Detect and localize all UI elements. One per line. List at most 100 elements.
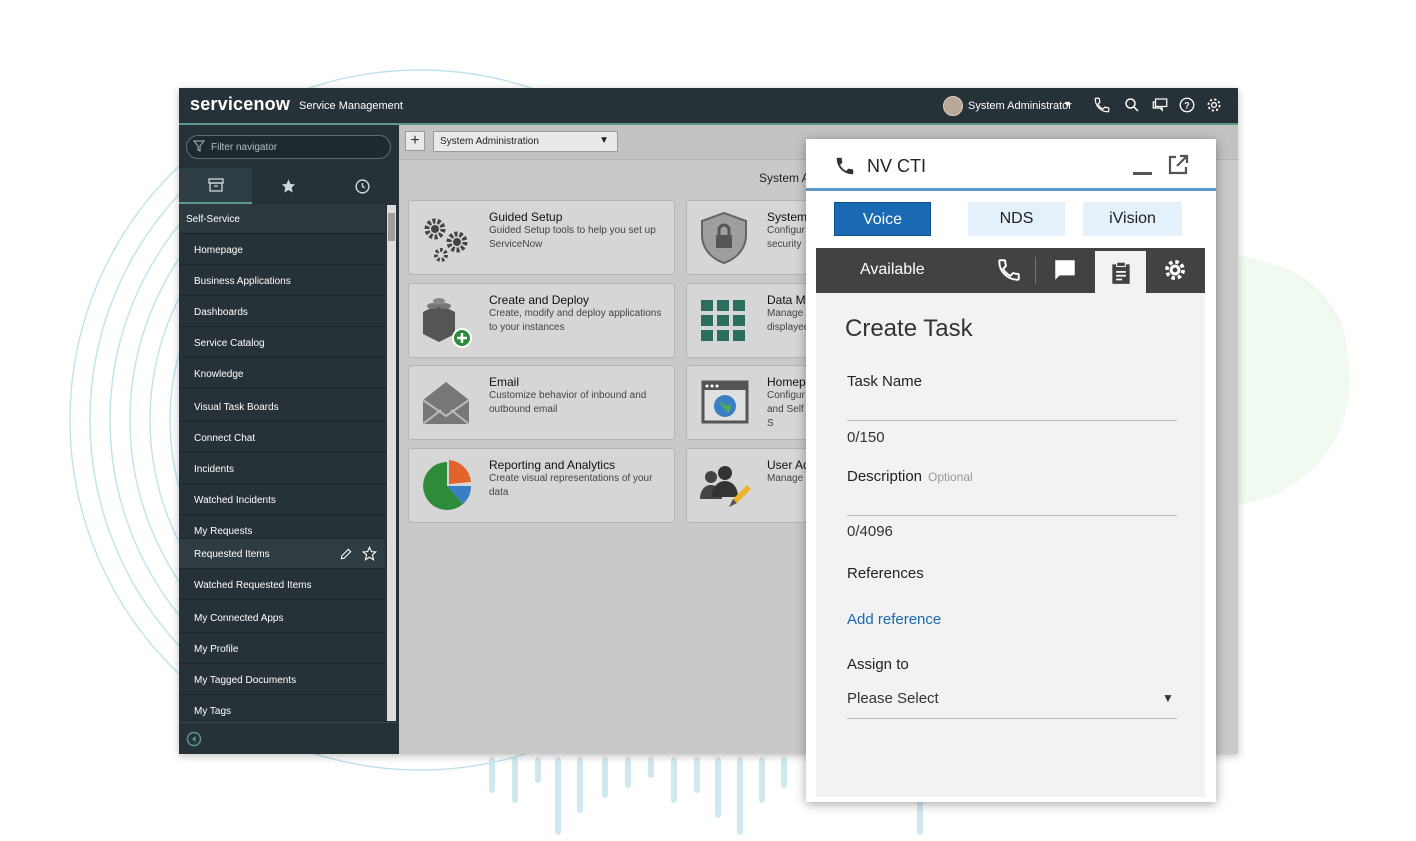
phone-icon[interactable] xyxy=(996,257,1022,283)
card-description: Create visual representations of your da… xyxy=(489,473,653,498)
servicenow-logo[interactable]: servicenow xyxy=(190,94,290,115)
nav-item-incidents[interactable]: Incidents xyxy=(179,454,385,484)
archive-icon xyxy=(207,178,224,192)
references-label: References xyxy=(847,565,924,582)
pencil-icon[interactable] xyxy=(339,547,353,561)
gear-icon[interactable] xyxy=(1162,257,1188,283)
nav-item-connect-chat[interactable]: Connect Chat xyxy=(179,423,385,453)
divider xyxy=(1035,257,1036,284)
nav-item-homepage[interactable]: Homepage xyxy=(179,235,385,265)
assign-to-label: Assign to xyxy=(847,656,909,673)
users-edit-icon xyxy=(700,466,751,507)
tab-history[interactable] xyxy=(326,168,399,204)
grid-icon xyxy=(701,300,745,341)
assign-to-underline xyxy=(847,718,1177,719)
gear-icon[interactable] xyxy=(1205,96,1223,114)
card-data-management[interactable]: Data Ma Manage t displayed xyxy=(686,283,826,358)
gears-icon xyxy=(424,218,468,262)
browser-globe-icon xyxy=(701,380,749,424)
card-description: Create, modify and deploy applications t… xyxy=(489,308,662,333)
card-description: Guided Setup tools to help you set up Se… xyxy=(489,225,656,250)
tab-ivision[interactable]: iVision xyxy=(1083,202,1182,236)
navigator-scrollbar[interactable] xyxy=(387,205,396,721)
filter-input[interactable] xyxy=(209,139,383,156)
card-title: Email xyxy=(489,375,520,389)
agent-status-bar: Available xyxy=(816,248,1205,293)
card-homepage-config[interactable]: Homepa Configur and Self S xyxy=(686,365,826,440)
nav-item-watched-incidents[interactable]: Watched Incidents xyxy=(179,485,385,515)
nav-item-my-tags[interactable]: My Tags xyxy=(179,696,385,722)
task-name-label: Task Name xyxy=(847,373,923,390)
message-icon[interactable] xyxy=(1052,257,1078,283)
form-title: Create Task xyxy=(845,315,973,342)
phone-icon[interactable] xyxy=(1093,96,1111,114)
card-reporting-and-analytics[interactable]: Reporting and Analytics Create visual re… xyxy=(408,448,675,523)
tab-nds[interactable]: NDS xyxy=(968,202,1065,236)
top-bar: servicenow Service Management System Adm… xyxy=(179,88,1238,125)
product-name: Service Management xyxy=(299,100,403,112)
avatar[interactable] xyxy=(943,96,963,116)
nav-item-business-applications[interactable]: Business Applications xyxy=(179,266,385,296)
tab-all-applications[interactable] xyxy=(179,168,252,204)
nv-cti-panel: NV CTI Voice NDS iVision Available Creat… xyxy=(806,139,1216,802)
navigator-tabs xyxy=(179,168,399,204)
description-input[interactable] xyxy=(847,515,1177,516)
card-title: Reporting and Analytics xyxy=(489,458,616,472)
card-description: Customize behavior of inbound and outbou… xyxy=(489,390,647,415)
task-name-counter: 0/150 xyxy=(847,429,885,446)
nav-item-my-connected-apps[interactable]: My Connected Apps xyxy=(179,603,385,633)
navigator-list: Self-Service Homepage Business Applicati… xyxy=(179,204,385,722)
nav-item-watched-requested-items[interactable]: Watched Requested Items xyxy=(179,570,385,600)
star-icon xyxy=(281,179,296,193)
application-navigator: Self-Service Homepage Business Applicati… xyxy=(179,125,399,754)
task-name-input[interactable] xyxy=(847,420,1177,421)
navigator-footer xyxy=(179,722,399,754)
caret-down-icon[interactable]: ▼ xyxy=(1162,691,1174,705)
clock-icon xyxy=(355,178,370,194)
optional-hint: Optional xyxy=(928,470,973,484)
add-reference-link[interactable]: Add reference xyxy=(847,611,941,628)
nav-item-knowledge[interactable]: Knowledge xyxy=(179,359,385,389)
card-guided-setup[interactable]: Guided Setup Guided Setup tools to help … xyxy=(408,200,675,275)
card-user-administration[interactable]: User Ad Manage u xyxy=(686,448,826,523)
assign-to-select[interactable]: Please Select xyxy=(847,690,939,707)
scroll-thumb[interactable] xyxy=(388,213,395,241)
nav-item-visual-task-boards[interactable]: Visual Task Boards xyxy=(179,392,385,422)
card-create-and-deploy[interactable]: Create and Deploy Create, modify and dep… xyxy=(408,283,675,358)
tab-voice[interactable]: Voice xyxy=(834,202,931,236)
phone-icon xyxy=(836,157,854,175)
help-icon[interactable]: ? xyxy=(1178,96,1196,114)
nav-item-my-requests[interactable]: My Requests xyxy=(179,516,385,539)
filter-navigator xyxy=(186,135,391,159)
card-title: Guided Setup xyxy=(489,210,563,224)
nav-item-dashboards[interactable]: Dashboards xyxy=(179,297,385,327)
popout-icon[interactable] xyxy=(1166,153,1190,177)
cti-header: NV CTI xyxy=(806,139,1216,191)
clipboard-icon xyxy=(1112,261,1130,284)
search-icon[interactable] xyxy=(1123,96,1141,114)
create-task-form: Create Task Task Name 0/150 Description O… xyxy=(816,293,1205,797)
nav-section-self-service[interactable]: Self-Service xyxy=(179,204,385,234)
nav-item-requested-items[interactable]: Requested Items xyxy=(179,539,385,569)
description-label: Description Optional xyxy=(847,468,973,485)
user-menu[interactable]: System Administrator xyxy=(968,100,1072,112)
agent-status[interactable]: Available xyxy=(860,261,925,279)
shield-lock-icon xyxy=(701,211,747,265)
svg-text:?: ? xyxy=(1184,100,1190,110)
tab-favorites[interactable] xyxy=(252,168,325,204)
card-email[interactable]: Email Customize behavior of inbound and … xyxy=(408,365,675,440)
caret-down-icon[interactable]: ▼ xyxy=(1063,99,1072,109)
minimize-icon[interactable] xyxy=(1133,169,1153,177)
nav-item-my-tagged-documents[interactable]: My Tagged Documents xyxy=(179,665,385,695)
create-task-tab[interactable] xyxy=(1095,251,1146,293)
card-system-security[interactable]: System Configur security xyxy=(686,200,826,275)
chat-icon[interactable] xyxy=(1151,96,1169,114)
nav-item-service-catalog[interactable]: Service Catalog xyxy=(179,328,385,358)
star-outline-icon[interactable] xyxy=(362,546,377,561)
collapse-navigator-icon[interactable] xyxy=(186,731,202,747)
add-content-button[interactable]: + xyxy=(405,131,425,151)
nav-item-my-profile[interactable]: My Profile xyxy=(179,634,385,664)
blocks-icon xyxy=(423,298,472,348)
dashboard-select[interactable]: System Administration ▼ xyxy=(433,131,618,152)
envelope-icon xyxy=(422,382,470,425)
